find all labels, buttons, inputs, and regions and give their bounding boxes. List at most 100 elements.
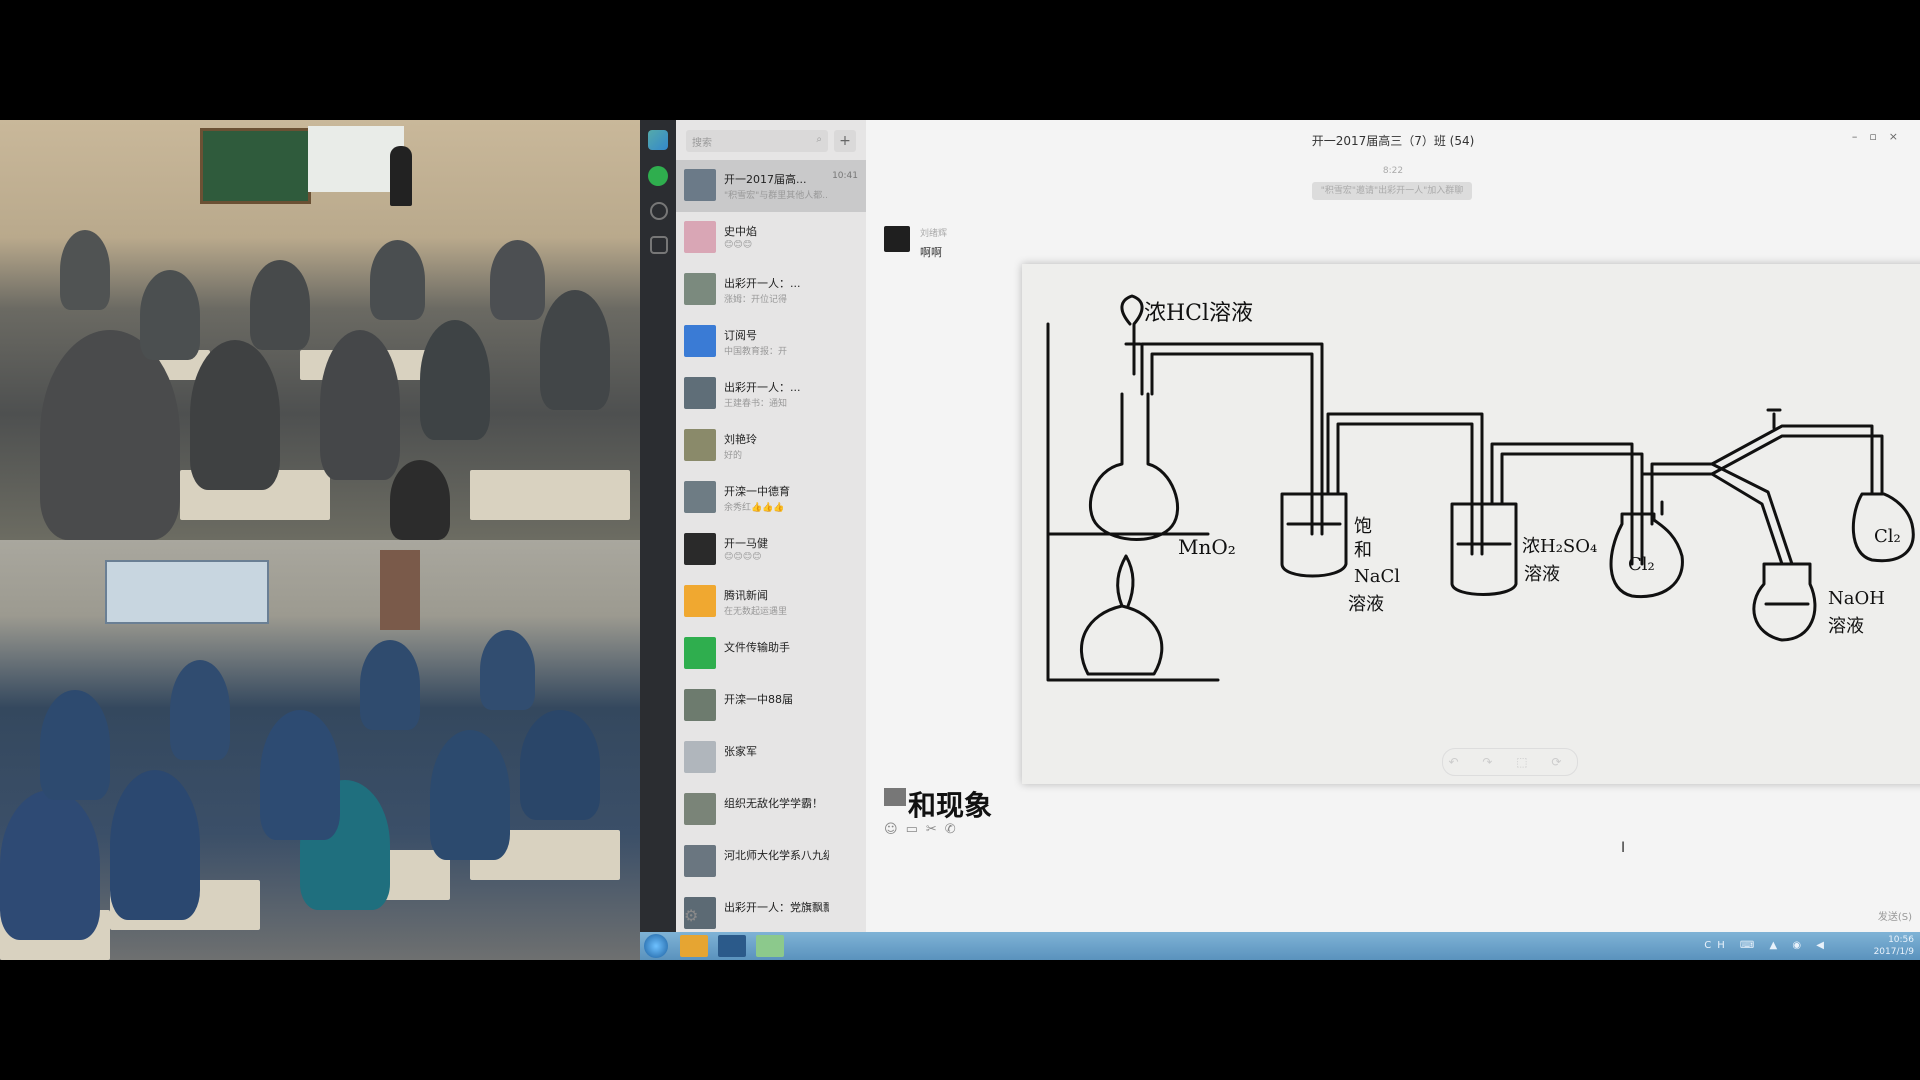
chat-avatar — [684, 377, 716, 409]
label-hcl: 浓HCl溶液 — [1144, 301, 1253, 326]
student-figure — [520, 710, 600, 820]
iron-stand — [1046, 322, 1220, 682]
label-mno2: MnO₂ — [1178, 535, 1236, 559]
scissors-icon[interactable]: ✂ — [926, 822, 945, 837]
chat-list-item[interactable]: 刘艳玲 好的 — [676, 420, 866, 472]
chat-list-item[interactable]: 订阅号 中国教育报：开 — [676, 316, 866, 368]
classroom-door — [380, 550, 420, 630]
search-placeholder: 搜索 — [692, 138, 712, 149]
chat-preview: 王建春书：通知 — [724, 399, 788, 409]
student-figure — [60, 230, 110, 310]
chat-preview: "积雪宏"与群里其他人都... — [724, 191, 829, 201]
emoji-icon[interactable]: ☺ — [884, 822, 906, 837]
teacher-figure — [390, 146, 412, 206]
chat-name: 张家军 — [724, 745, 757, 758]
chat-list-item[interactable]: 出彩开一人：... 王建春书：通知 — [676, 368, 866, 420]
student-figure — [430, 730, 510, 860]
chat-name: 出彩开一人：... — [724, 277, 801, 290]
blackboard — [200, 128, 311, 204]
viewer-toolbar[interactable]: ↶ ↷ ⬚ ⟳ — [1442, 748, 1578, 776]
search-input[interactable]: 搜索 ⌕ — [686, 130, 828, 152]
chat-list-item[interactable]: 开一2017届高... "积雪宏"与群里其他人都... 10:41 — [676, 160, 866, 212]
student-figure — [110, 770, 200, 920]
text-cursor-icon: I — [1621, 840, 1626, 856]
wechat-taskbar-icon[interactable] — [756, 935, 784, 957]
chat-list-item[interactable]: 文件传输助手 — [676, 628, 866, 680]
close-icon[interactable]: × — [1889, 130, 1910, 143]
phone-icon[interactable]: ✆ — [945, 822, 964, 837]
chat-list-item[interactable]: 河北师大化学系八九级 — [676, 836, 866, 888]
chat-list-item[interactable]: 出彩开一人：... 涨姆：开位记得 — [676, 264, 866, 316]
wash-bottle-nacl — [1280, 492, 1348, 578]
media-player-icon[interactable] — [680, 935, 708, 957]
chat-preview: 中国教育报：开 — [724, 347, 788, 357]
chat-icon[interactable] — [648, 166, 668, 186]
chat-name: 开滦一中88届 — [724, 693, 793, 706]
clock[interactable]: 10:56 2017/1/9 — [1874, 934, 1914, 958]
chat-list-item[interactable]: 腾讯新闻 在无数起运遇里 — [676, 576, 866, 628]
user-avatar[interactable] — [648, 130, 668, 150]
label-nacl-3: NaCl — [1354, 566, 1400, 587]
clock-time: 10:56 — [1888, 935, 1914, 945]
label-cl2-a: Cl₂ — [1628, 554, 1655, 575]
chat-name: 腾讯新闻 — [724, 589, 768, 602]
chat-list-item[interactable]: 开一马健 😊😊😊😊 — [676, 524, 866, 576]
student-figure — [250, 260, 310, 350]
system-notice: "积雪宏"邀请"出彩开一人"加入群聊 — [1312, 182, 1472, 200]
student-figure — [480, 630, 535, 710]
chat-list-item[interactable]: 开滦一中德育 余秀红👍👍👍 — [676, 472, 866, 524]
chat-title: 开一2017届高三（7）班 (54) — [1311, 134, 1475, 148]
maximize-icon[interactable]: ▫ — [1869, 130, 1888, 143]
settings-icon[interactable]: ⚙ — [684, 906, 698, 925]
chat-avatar — [684, 533, 716, 565]
image-viewer[interactable]: 浓HCl溶液 MnO₂ 饱 和 NaCl 溶液 浓H₂SO₄ 溶液 Cl₂ Cl… — [1022, 264, 1920, 784]
chat-avatar — [684, 221, 716, 253]
input-area-avatar — [884, 788, 906, 806]
label-nacl-4: 溶液 — [1348, 594, 1384, 615]
message-input[interactable]: 和现象 — [908, 784, 992, 824]
chat-avatar — [684, 169, 716, 201]
chat-avatar — [684, 689, 716, 721]
student-figure — [140, 270, 200, 360]
letterbox-top — [0, 0, 1920, 120]
student-figure — [0, 790, 100, 940]
chat-list-item[interactable]: 张家军 — [676, 732, 866, 784]
chat-list: 搜索 ⌕ + 开一2017届高... "积雪宏"与群里其他人都... 10:41 史中… — [676, 120, 866, 932]
lamp-flame — [1116, 554, 1135, 608]
chat-name: 史中焰 — [724, 225, 757, 238]
favorites-icon[interactable] — [650, 236, 668, 254]
chat-list-item[interactable]: 史中焰 😊😊😊 — [676, 212, 866, 264]
chat-name: 文件传输助手 — [724, 641, 790, 654]
add-button[interactable]: + — [834, 130, 856, 152]
window-controls[interactable]: –▫× — [1852, 130, 1910, 143]
student-figure — [320, 330, 400, 480]
message-timestamp: 8:22 — [1382, 166, 1404, 176]
label-nacl-2: 和 — [1354, 540, 1372, 561]
input-toolbar: ☺▭✂✆ — [884, 822, 964, 837]
label-h2so4-1: 浓H₂SO₄ — [1522, 536, 1597, 557]
chat-name: 开滦一中德育 — [724, 485, 790, 498]
start-button[interactable] — [644, 934, 668, 958]
sender-avatar[interactable] — [884, 226, 910, 252]
chat-name: 出彩开一人：党旗飘飘🚩 — [724, 901, 829, 914]
chat-list-item[interactable]: 开滦一中88届 — [676, 680, 866, 732]
delivery-tube-1 — [1140, 342, 1324, 536]
apparatus-sketch: 浓HCl溶液 MnO₂ 饱 和 NaCl 溶液 浓H₂SO₄ 溶液 Cl₂ Cl… — [1046, 294, 1915, 682]
chat-list-item[interactable]: 组织无敌化学学霸！ — [676, 784, 866, 836]
message-text: 啊啊 — [920, 246, 942, 259]
label-naoh-2: 溶液 — [1828, 616, 1864, 637]
chat-avatar — [684, 741, 716, 773]
send-button[interactable]: 发送(S) — [1878, 908, 1912, 923]
file-manager-icon[interactable] — [718, 935, 746, 957]
taskbar: CH ⌨ ▲ ◉ ◀ 10:56 2017/1/9 — [640, 932, 1920, 960]
contacts-icon[interactable] — [650, 202, 668, 220]
student-figure — [370, 240, 425, 320]
classroom-camera-feed-bottom — [0, 540, 640, 960]
chat-time: 10:41 — [832, 171, 858, 181]
tray-icons[interactable]: CH ⌨ ▲ ◉ ◀ — [1704, 940, 1830, 951]
chat-avatar — [684, 793, 716, 825]
wash-bottle-h2so4 — [1450, 502, 1518, 596]
folder-icon[interactable]: ▭ — [906, 822, 926, 837]
minimize-icon[interactable]: – — [1852, 130, 1870, 143]
sender-name: 刘绪辉 — [920, 229, 948, 239]
